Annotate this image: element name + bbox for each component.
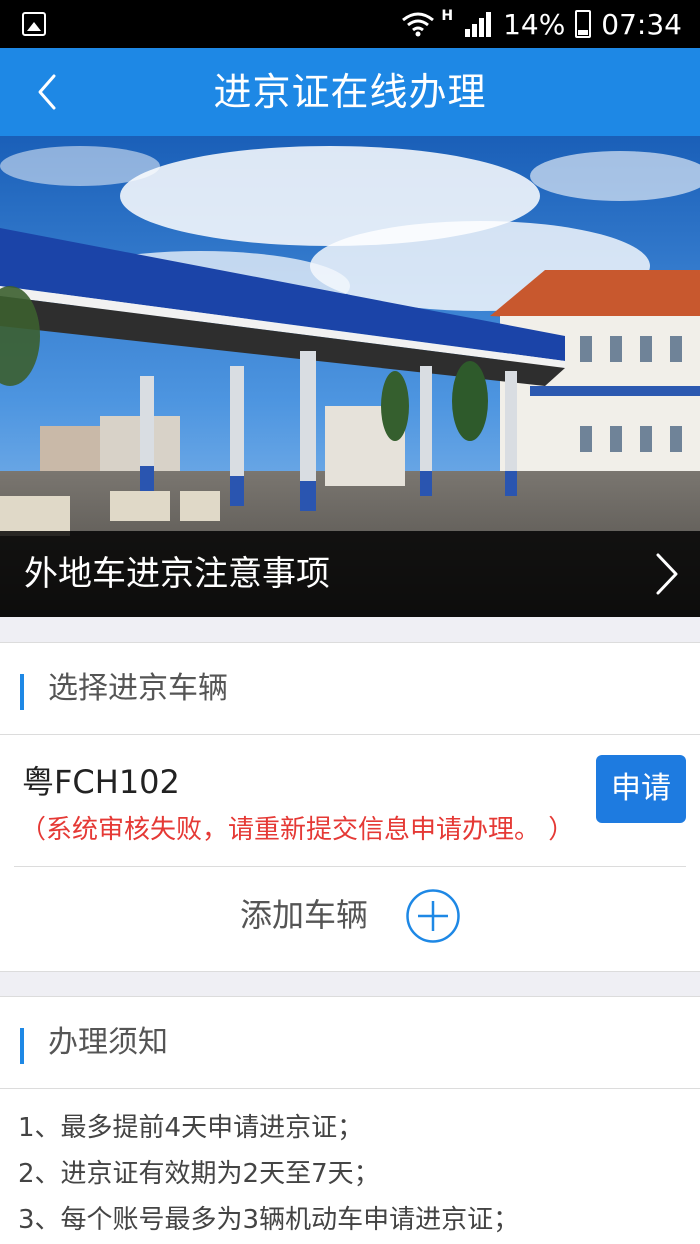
vehicle-section-header: 选择进京车辆 bbox=[0, 643, 700, 735]
status-bar: H 14% 07:34 bbox=[0, 0, 700, 48]
clock: 07:34 bbox=[601, 7, 682, 41]
network-type-label: H bbox=[441, 8, 454, 24]
add-circle-icon[interactable] bbox=[405, 888, 461, 944]
vehicle-status: （系统审核失败，请重新提交信息申请办理。 ） bbox=[20, 815, 575, 845]
notice-section-header: 办理须知 bbox=[0, 997, 700, 1089]
banner-caption-bar[interactable]: 外地车进京注意事项 bbox=[0, 531, 700, 617]
battery-icon bbox=[575, 10, 592, 38]
notice-banner[interactable]: 外地车进京注意事项 bbox=[0, 136, 700, 617]
notice-item: 2、进京证有效期为2天至7天； bbox=[18, 1159, 380, 1189]
add-vehicle-label: 添加车辆 bbox=[240, 896, 369, 934]
screen: H 14% 07:34 进京证在线办理 外地车进京注意事项 选择进京车辆 粤FC… bbox=[0, 0, 700, 1244]
battery-percent: 14% bbox=[503, 7, 566, 41]
add-vehicle-row[interactable]: 添加车辆 bbox=[0, 867, 700, 968]
signal-icon bbox=[465, 12, 492, 37]
notice-section: 办理须知 1、最多提前4天申请进京证； 2、进京证有效期为2天至7天； 3、每个… bbox=[0, 996, 700, 1244]
nav-bar: 进京证在线办理 bbox=[0, 48, 700, 136]
chevron-right-icon bbox=[656, 553, 678, 595]
status-bar-right: H 14% 07:34 bbox=[401, 0, 682, 48]
section-accent-bar bbox=[20, 674, 24, 710]
vehicle-section-title: 选择进京车辆 bbox=[48, 671, 228, 706]
notice-item: 3、每个账号最多为3辆机动车申请进京证； bbox=[18, 1205, 520, 1235]
vehicle-section: 选择进京车辆 粤FCH102 （系统审核失败，请重新提交信息申请办理。 ） 申请… bbox=[0, 642, 700, 972]
wifi-icon bbox=[402, 12, 435, 37]
notice-section-title: 办理须知 bbox=[48, 1025, 168, 1060]
gallery-notification-icon bbox=[22, 12, 46, 36]
vehicle-plate: 粤FCH102 bbox=[22, 763, 180, 801]
page-title: 进京证在线办理 bbox=[213, 70, 487, 114]
section-accent-bar bbox=[20, 1028, 24, 1064]
notice-list: 1、最多提前4天申请进京证； 2、进京证有效期为2天至7天； 3、每个账号最多为… bbox=[0, 1089, 700, 1243]
vehicle-row[interactable]: 粤FCH102 （系统审核失败，请重新提交信息申请办理。 ） 申请 bbox=[14, 735, 686, 867]
notice-item: 1、最多提前4天申请进京证； bbox=[18, 1113, 364, 1143]
apply-button[interactable]: 申请 bbox=[596, 755, 686, 823]
banner-caption: 外地车进京注意事项 bbox=[24, 554, 330, 594]
